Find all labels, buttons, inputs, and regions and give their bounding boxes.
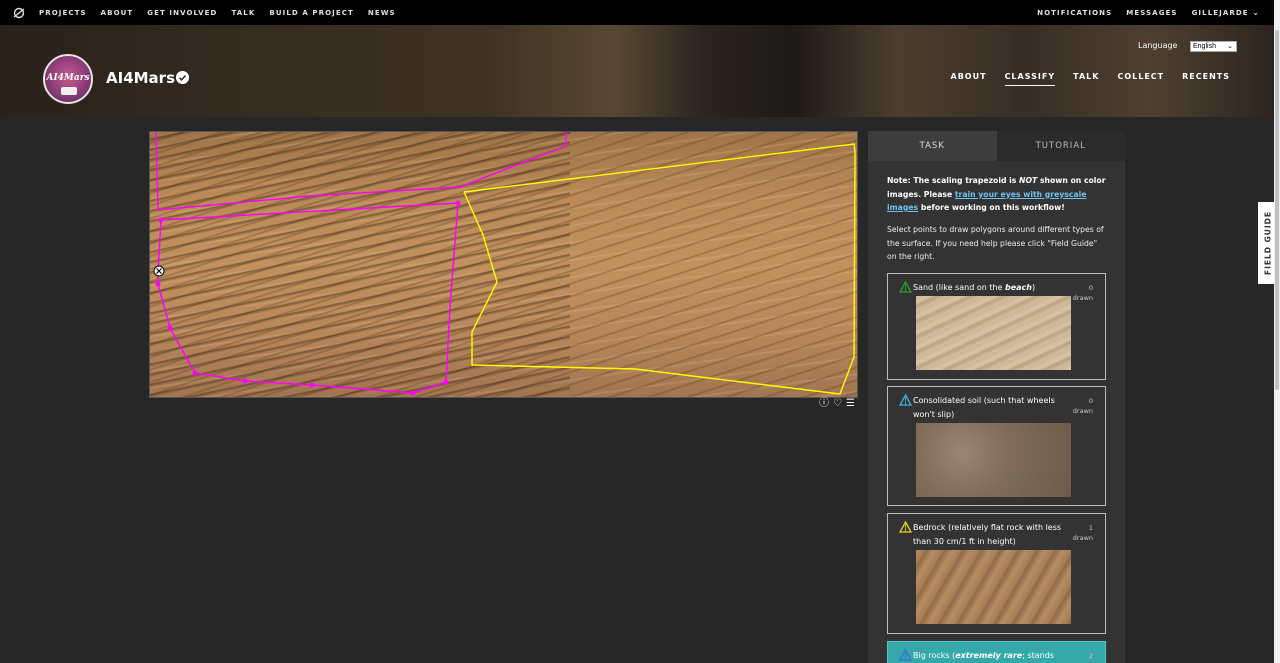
drawn-count: 1 drawn — [1072, 524, 1093, 542]
sand-example-image — [916, 296, 1071, 370]
nav-projects[interactable]: PROJECTS — [39, 9, 87, 17]
triangle-icon — [899, 394, 912, 406]
project-nav-talk[interactable]: TALK — [1073, 72, 1099, 86]
tool-label: Bedrock (relatively flat rock with less … — [913, 523, 1062, 546]
user-menu[interactable]: GILLEJARDE ⌄ — [1192, 8, 1260, 17]
site-links: PROJECTS ABOUT GET INVOLVED TALK BUILD A… — [39, 9, 410, 17]
zooniverse-logo-icon[interactable] — [13, 7, 25, 19]
field-guide-label: FIELD GUIDE — [1263, 210, 1273, 276]
page-scrollbar[interactable] — [1274, 0, 1280, 663]
tool-bedrock[interactable]: Bedrock (relatively flat rock with less … — [887, 513, 1106, 634]
task-panel: TASK TUTORIAL Note: The scaling trapezoi… — [868, 131, 1125, 663]
nav-talk[interactable]: TALK — [231, 9, 255, 17]
magenta-polygon-lower[interactable] — [157, 202, 459, 394]
check-circle-icon — [176, 71, 189, 84]
tool-label: Consolidated soil (such that wheels won'… — [913, 396, 1055, 419]
subject-tools: ⓘ ♡ ☰ — [819, 398, 855, 409]
project-header: AI4Mars AI4Mars Language English ⌄ ABOUT… — [0, 25, 1280, 117]
language-value: English — [1193, 43, 1216, 50]
tool-sand[interactable]: Sand (like sand on the beach) 0 drawn — [887, 273, 1106, 380]
project-title[interactable]: AI4Mars — [106, 69, 175, 87]
drawn-count: 2 — [1088, 652, 1093, 660]
list-icon[interactable]: ☰ — [846, 398, 855, 409]
user-name: GILLEJARDE — [1191, 9, 1249, 17]
info-icon[interactable]: ⓘ — [819, 398, 829, 409]
user-links: NOTIFICATIONS MESSAGES GILLEJARDE ⌄ — [1023, 0, 1260, 25]
drawn-count: 0 drawn — [1072, 284, 1093, 302]
task-tabs: TASK TUTORIAL — [868, 131, 1125, 161]
yellow-polygon[interactable] — [463, 143, 856, 395]
note-suffix: before working on this workflow! — [918, 203, 1065, 212]
tab-task[interactable]: TASK — [868, 131, 997, 161]
subject-image[interactable] — [149, 131, 858, 398]
nav-get-involved[interactable]: GET INVOLVED — [147, 9, 217, 17]
polygon-vertices — [155, 200, 461, 396]
nav-build-a-project[interactable]: BUILD A PROJECT — [269, 9, 353, 17]
top-navigation: PROJECTS ABOUT GET INVOLVED TALK BUILD A… — [0, 0, 1280, 25]
project-nav-about[interactable]: ABOUT — [951, 72, 987, 86]
project-avatar[interactable]: AI4Mars — [43, 54, 93, 104]
project-nav-collect[interactable]: COLLECT — [1117, 72, 1164, 86]
scrollbar-thumb[interactable] — [1275, 30, 1279, 390]
soil-example-image — [916, 423, 1071, 497]
tab-tutorial[interactable]: TUTORIAL — [996, 131, 1125, 161]
task-note: Note: The scaling trapezoid is NOT shown… — [887, 174, 1109, 215]
triangle-icon — [899, 281, 912, 293]
avatar-text: AI4Mars — [46, 73, 90, 83]
task-instructions: Select points to draw polygons around di… — [887, 225, 1104, 261]
project-nav-recents[interactable]: RECENTS — [1182, 72, 1230, 86]
heart-icon[interactable]: ♡ — [833, 398, 842, 409]
project-navigation: ABOUT CLASSIFY TALK COLLECT RECENTS — [933, 72, 1230, 86]
tool-label: Sand (like sand on the beach) — [913, 283, 1036, 292]
close-icon[interactable] — [153, 265, 165, 277]
tool-big-rocks[interactable]: Big rocks (extremely rare; stands 2 — [887, 641, 1106, 663]
note-prefix: Note: The scaling trapezoid is — [887, 176, 1020, 185]
bedrock-example-image — [916, 550, 1071, 624]
chevron-down-icon: ⌄ — [1227, 43, 1233, 50]
triangle-icon — [899, 649, 912, 661]
notifications-link[interactable]: NOTIFICATIONS — [1037, 9, 1112, 17]
tool-label: Big rocks (extremely rare; stands — [913, 651, 1054, 660]
rover-icon — [61, 87, 77, 95]
language-select[interactable]: English ⌄ — [1190, 41, 1237, 52]
note-emphasis: NOT — [1019, 176, 1038, 185]
nav-about[interactable]: ABOUT — [101, 9, 134, 17]
messages-link[interactable]: MESSAGES — [1126, 9, 1177, 17]
language-label: Language — [1138, 41, 1178, 50]
drawing-layer[interactable] — [150, 132, 858, 398]
chevron-down-icon: ⌄ — [1252, 8, 1260, 17]
drawn-count: 0 drawn — [1072, 397, 1093, 415]
project-nav-classify[interactable]: CLASSIFY — [1004, 72, 1056, 86]
nav-news[interactable]: NEWS — [368, 9, 396, 17]
tool-consolidated-soil[interactable]: Consolidated soil (such that wheels won'… — [887, 386, 1106, 506]
triangle-icon — [899, 521, 912, 533]
magenta-polygon-upper[interactable] — [155, 132, 567, 211]
